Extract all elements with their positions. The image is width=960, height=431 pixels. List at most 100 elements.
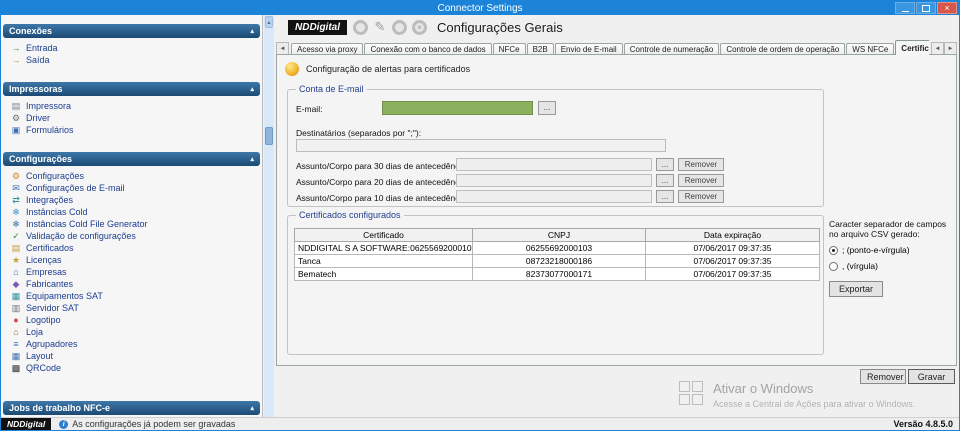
edit-pencil-icon[interactable]: ✎	[373, 19, 387, 35]
radio-label: , (vírgula)	[842, 261, 878, 271]
sidebar-item-saida[interactable]: → Saída	[11, 54, 262, 66]
sidebar-section-header-conexoes[interactable]: Conexões ▴	[3, 24, 260, 38]
column-header-data-expiracao[interactable]: Data expiração	[645, 228, 820, 242]
sat-equipment-icon: ▦	[11, 290, 21, 301]
sidebar-item-logotipo[interactable]: ● Logotipo	[11, 314, 262, 326]
sidebar-item-fabricantes[interactable]: ◆ Fabricantes	[11, 278, 262, 290]
qrcode-icon: ▩	[11, 362, 21, 373]
sidebar-item-label: Instâncias Cold	[26, 207, 88, 217]
group-title: Conta de E-mail	[296, 84, 367, 94]
recipients-label: Destinatários (separados por ";"):	[296, 128, 422, 138]
chevron-up-icon: ▴	[250, 86, 254, 93]
subject-body-input-30-days[interactable]	[456, 158, 652, 171]
sidebar-item-label: Formulários	[26, 125, 74, 135]
group-title: Certificados configurados	[296, 210, 404, 220]
tab-certificad[interactable]: Certificad...	[895, 40, 929, 55]
sidebar-item-empresas[interactable]: ⌂ Empresas	[11, 266, 262, 278]
csv-separator-radio-semicolon[interactable]: ; (ponto-e-vírgula)	[829, 245, 955, 255]
alert-header-row: Configuração de alertas para certificado…	[285, 62, 470, 76]
sidebar-section-conexoes: Conexões ▴ → Entrada → Saída	[1, 24, 262, 70]
sidebar-item-label: Saída	[26, 55, 50, 65]
sidebar-item-configuracoes[interactable]: ⚙ Configurações	[11, 170, 262, 182]
sidebar-item-licencas[interactable]: ★ Licenças	[11, 254, 262, 266]
sidebar-section-header-jobs-nfce[interactable]: Jobs de trabalho NFC-e ▴	[3, 401, 260, 415]
validation-check-icon: ✓	[12, 230, 20, 241]
table-row[interactable]: Tanca 08723218000186 07/06/2017 09:37:35	[294, 254, 820, 268]
manufacturer-icon: ◆	[12, 278, 20, 289]
sidebar-item-label: Impressora	[26, 101, 72, 111]
sidebar-item-equipamentos-sat[interactable]: ▦ Equipamentos SAT	[11, 290, 262, 302]
table-row[interactable]: Bematech 82373077000171 07/06/2017 09:37:3…	[294, 267, 820, 281]
minimize-button[interactable]	[895, 2, 915, 14]
column-header-cnpj[interactable]: CNPJ	[472, 228, 646, 242]
windows-logo-icon	[679, 381, 704, 406]
sidebar-item-integracoes[interactable]: ⇄ Integrações	[11, 194, 262, 206]
cell: 07/06/2017 09:37:35	[645, 241, 820, 255]
titlebar[interactable]: Connector Settings ×	[1, 1, 959, 15]
refresh-circle-icon[interactable]	[392, 19, 407, 35]
chevron-up-icon: ▴	[250, 156, 254, 163]
subject-body-input-10-days[interactable]	[456, 190, 652, 203]
sidebar-item-certificados[interactable]: ▤ Certificados	[11, 242, 262, 254]
cell: 06255692000103	[472, 241, 646, 255]
sidebar-item-instancias-cold[interactable]: ❄ Instâncias Cold	[11, 206, 262, 218]
sidebar-item-loja[interactable]: ⌂ Loja	[11, 326, 262, 338]
browse-button-20-days[interactable]: ...	[656, 174, 674, 187]
browse-button-30-days[interactable]: ...	[656, 158, 674, 171]
csv-separator-panel: Caracter separador de campos no arquivo …	[829, 219, 955, 297]
minimize-icon	[901, 10, 909, 12]
sidebar-item-label: Configurações	[26, 171, 85, 181]
remove-alert-button-30-days[interactable]: Remover	[678, 158, 724, 171]
sidebar-section-header-impressoras[interactable]: Impressoras ▴	[3, 82, 260, 96]
export-button[interactable]: Exportar	[829, 281, 883, 297]
sidebar-item-driver[interactable]: ⚙ Driver	[11, 112, 262, 124]
printer-icon: ▤	[11, 100, 21, 111]
remove-alert-button-20-days[interactable]: Remover	[678, 174, 724, 187]
sidebar-item-configuracoes-de-e-mail[interactable]: ✉ Configurações de E-mail	[11, 182, 262, 194]
subject-body-input-20-days[interactable]	[456, 174, 652, 187]
recipients-input[interactable]	[296, 139, 666, 152]
watermark-title: Ativar o Windows	[713, 381, 814, 396]
maximize-button[interactable]	[916, 2, 936, 14]
email-browse-button[interactable]: ...	[538, 101, 556, 115]
status-bar: NDDigital i As configurações já podem se…	[1, 417, 959, 430]
alert-row-10-days: Assunto/Corpo para 10 dias de antecedênc…	[288, 190, 823, 204]
sidebar-item-instancias-cold-file-generator[interactable]: ❄ Instâncias Cold File Generator	[11, 218, 262, 230]
certificates-table[interactable]: Certificado CNPJ Data expiração NDDIGITAL …	[294, 228, 820, 281]
cell: NDDIGITAL S A SOFTWARE:06255692000103	[294, 241, 473, 255]
sidebar-item-agrupadores[interactable]: ≡ Agrupadores	[11, 338, 262, 350]
sidebar-section-impressoras: Impressoras ▴ ▤ Impressora ⚙ Driver ▣ Formulári…	[1, 82, 262, 140]
store-icon: ⌂	[13, 326, 19, 337]
scrollbar-thumb[interactable]	[265, 127, 273, 145]
sidebar-item-qrcode[interactable]: ▩ QRCode	[11, 362, 262, 374]
sidebar-item-label: Configurações de E-mail	[26, 183, 125, 193]
sat-server-icon: ▥	[11, 302, 21, 313]
scroll-up-button[interactable]: ▴	[265, 16, 273, 28]
radio-icon	[829, 245, 838, 255]
sidebar-item-layout[interactable]: ▦ Layout	[11, 350, 262, 362]
email-input[interactable]	[382, 101, 533, 115]
sidebar-item-impressora[interactable]: ▤ Impressora	[11, 100, 262, 112]
close-button[interactable]: ×	[937, 2, 957, 14]
cancel-circle-icon[interactable]: ×	[412, 19, 427, 35]
browse-button-10-days[interactable]: ...	[656, 190, 674, 203]
sidebar-item-label: Empresas	[26, 267, 67, 277]
column-header-certificado[interactable]: Certificado	[294, 228, 473, 242]
subject-body-label-30-days: Assunto/Corpo para 30 dias de antecedênc…	[296, 161, 469, 171]
sidebar-item-label: Servidor SAT	[26, 303, 79, 313]
alert-row-30-days: Assunto/Corpo para 30 dias de antecedênc…	[288, 158, 823, 172]
sidebar-item-entrada[interactable]: → Entrada	[11, 42, 262, 54]
status-circle-icon[interactable]	[353, 19, 368, 35]
remove-alert-button-10-days[interactable]: Remover	[678, 190, 724, 203]
sidebar-item-label: Validação de configurações	[26, 231, 136, 241]
table-row[interactable]: NDDIGITAL S A SOFTWARE:06255692000103 062…	[294, 241, 820, 255]
sidebar-item-label: Logotipo	[26, 315, 61, 325]
sidebar-item-formularios[interactable]: ▣ Formulários	[11, 124, 262, 136]
sidebar-scrollbar[interactable]: ▴	[264, 15, 274, 417]
csv-separator-radio-comma[interactable]: , (vírgula)	[829, 261, 955, 271]
license-icon: ★	[11, 254, 21, 265]
toolbar: NDDigital ✎ × Configurações Gerais	[288, 17, 563, 37]
sidebar-item-validacao-de-configuracoes[interactable]: ✓ Validação de configurações	[11, 230, 262, 242]
sidebar-item-servidor-sat[interactable]: ▥ Servidor SAT	[11, 302, 262, 314]
sidebar-section-header-configuracoes[interactable]: Configurações ▴	[3, 152, 260, 166]
